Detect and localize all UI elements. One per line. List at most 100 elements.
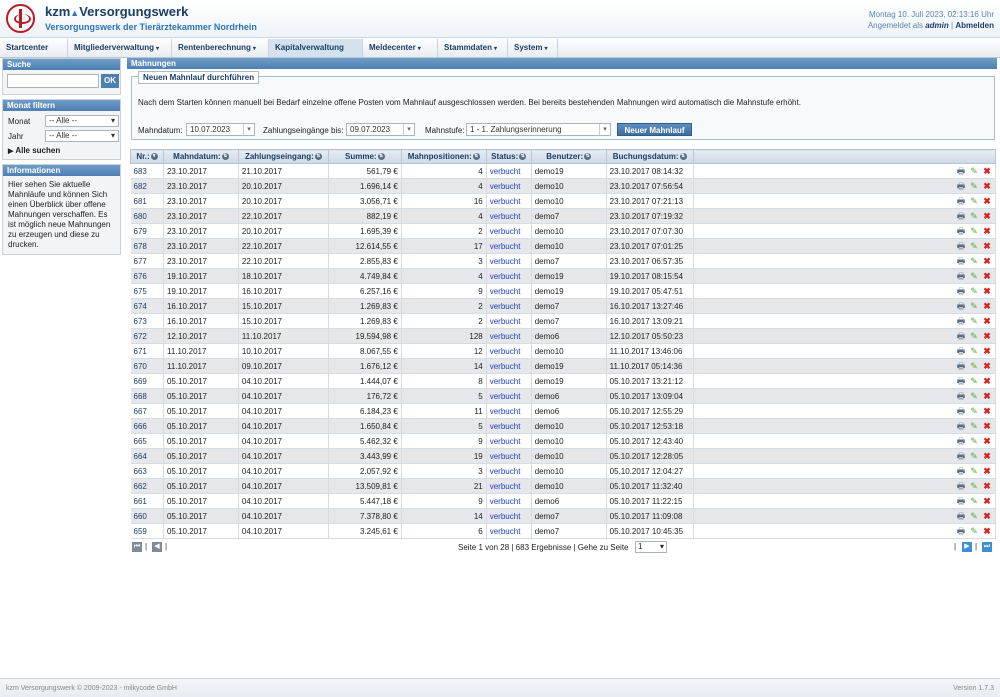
page-select[interactable]: 1 <box>635 541 667 553</box>
mahnstufe-select[interactable]: 1 - 1. Zahlungserinnerung ▾ <box>466 123 611 136</box>
pencil-icon[interactable]: ✎ <box>969 346 979 356</box>
all-search-link[interactable]: ▶ Alle suchen <box>3 144 120 159</box>
delete-icon[interactable]: ✖ <box>982 316 992 326</box>
nav-mitgliederverwaltung[interactable]: Mitgliederverwaltung ▾ <box>68 39 172 57</box>
delete-icon[interactable]: ✖ <box>982 226 992 236</box>
row-status-link[interactable]: verbucht <box>486 448 532 464</box>
row-status-link[interactable]: verbucht <box>486 328 532 344</box>
table-row[interactable]: 669 05.10.2017 04.10.2017 1.444,07 €8 verbuc… <box>130 373 997 389</box>
nav-system[interactable]: System ▾ <box>508 39 558 57</box>
delete-icon[interactable]: ✖ <box>982 211 992 221</box>
nav-meldecenter[interactable]: Meldecenter ▾ <box>363 39 438 57</box>
row-status-link[interactable]: verbucht <box>486 403 532 419</box>
table-row[interactable]: 680 23.10.2017 22.10.2017 882,19 €4 verbucht… <box>130 208 997 224</box>
table-row[interactable]: 659 05.10.2017 04.10.2017 3.245,61 €6 verbuc… <box>130 523 997 539</box>
printer-icon[interactable]: 🖶 <box>956 286 966 296</box>
pencil-icon[interactable]: ✎ <box>969 331 979 341</box>
delete-icon[interactable]: ✖ <box>982 346 992 356</box>
printer-icon[interactable]: 🖶 <box>956 391 966 401</box>
printer-icon[interactable]: 🖶 <box>956 526 966 536</box>
printer-icon[interactable]: 🖶 <box>956 511 966 521</box>
row-status-link[interactable]: verbucht <box>486 418 532 434</box>
delete-icon[interactable]: ✖ <box>982 241 992 251</box>
delete-icon[interactable]: ✖ <box>982 511 992 521</box>
col-summe[interactable]: Summe: ⇅ <box>327 149 402 164</box>
delete-icon[interactable]: ✖ <box>982 286 992 296</box>
pencil-icon[interactable]: ✎ <box>969 196 979 206</box>
nav-stammdaten[interactable]: Stammdaten ▾ <box>438 39 508 57</box>
delete-icon[interactable]: ✖ <box>982 451 992 461</box>
row-status-link[interactable]: verbucht <box>486 208 532 224</box>
pencil-icon[interactable]: ✎ <box>969 481 979 491</box>
col-nr[interactable]: Nr.: ▼ <box>130 149 164 164</box>
nav-kapitalverwaltung[interactable]: Kapitalverwaltung <box>269 39 363 57</box>
pencil-icon[interactable]: ✎ <box>969 421 979 431</box>
pencil-icon[interactable]: ✎ <box>969 391 979 401</box>
row-status-link[interactable]: verbucht <box>486 523 532 539</box>
table-row[interactable]: 682 23.10.2017 20.10.2017 1.696,14 €4 verbuc… <box>130 178 997 194</box>
pencil-icon[interactable]: ✎ <box>969 511 979 521</box>
row-status-link[interactable]: verbucht <box>486 358 532 374</box>
pencil-icon[interactable]: ✎ <box>969 451 979 461</box>
printer-icon[interactable]: 🖶 <box>956 256 966 266</box>
printer-icon[interactable]: 🖶 <box>956 301 966 311</box>
table-row[interactable]: 673 16.10.2017 15.10.2017 1.269,83 €2 verbuc… <box>130 313 997 329</box>
table-row[interactable]: 683 23.10.2017 21.10.2017 561,79 €4 verbucht… <box>130 163 997 179</box>
row-status-link[interactable]: verbucht <box>486 193 532 209</box>
delete-icon[interactable]: ✖ <box>982 196 992 206</box>
row-status-link[interactable]: verbucht <box>486 463 532 479</box>
delete-icon[interactable]: ✖ <box>982 496 992 506</box>
printer-icon[interactable]: 🖶 <box>956 181 966 191</box>
next-page-button[interactable]: ▶ <box>962 542 972 552</box>
delete-icon[interactable]: ✖ <box>982 421 992 431</box>
new-dunning-button[interactable]: Neuer Mahnlauf <box>617 123 692 136</box>
table-row[interactable]: 662 05.10.2017 04.10.2017 13.509,81 €21 verb… <box>130 478 997 494</box>
delete-icon[interactable]: ✖ <box>982 361 992 371</box>
printer-icon[interactable]: 🖶 <box>956 346 966 356</box>
printer-icon[interactable]: 🖶 <box>956 166 966 176</box>
delete-icon[interactable]: ✖ <box>982 391 992 401</box>
row-status-link[interactable]: verbucht <box>486 493 532 509</box>
table-row[interactable]: 671 11.10.2017 10.10.2017 8.067,55 €12 verbu… <box>130 343 997 359</box>
printer-icon[interactable]: 🖶 <box>956 196 966 206</box>
printer-icon[interactable]: 🖶 <box>956 481 966 491</box>
pencil-icon[interactable]: ✎ <box>969 406 979 416</box>
col-status[interactable]: Status: ⇅ <box>485 149 532 164</box>
printer-icon[interactable]: 🖶 <box>956 451 966 461</box>
nav-startcenter[interactable]: Startcenter <box>0 39 68 57</box>
col-benutzer[interactable]: Benutzer: ⇅ <box>530 149 607 164</box>
last-page-button[interactable]: ⏭ <box>982 542 992 552</box>
logout-link[interactable]: Abmelden <box>955 21 994 30</box>
pencil-icon[interactable]: ✎ <box>969 211 979 221</box>
table-row[interactable]: 681 23.10.2017 20.10.2017 3.056,71 €16 verbu… <box>130 193 997 209</box>
printer-icon[interactable]: 🖶 <box>956 496 966 506</box>
table-row[interactable]: 674 16.10.2017 15.10.2017 1.269,83 €2 verbuc… <box>130 298 997 314</box>
printer-icon[interactable]: 🖶 <box>956 271 966 281</box>
row-status-link[interactable]: verbucht <box>486 343 532 359</box>
pencil-icon[interactable]: ✎ <box>969 241 979 251</box>
printer-icon[interactable]: 🖶 <box>956 376 966 386</box>
prev-page-button[interactable]: ◀ <box>152 542 162 552</box>
pencil-icon[interactable]: ✎ <box>969 271 979 281</box>
row-status-link[interactable]: verbucht <box>486 433 532 449</box>
pencil-icon[interactable]: ✎ <box>969 376 979 386</box>
mahndatum-input[interactable]: 10.07.2023 ▾ <box>186 123 255 136</box>
delete-icon[interactable]: ✖ <box>982 526 992 536</box>
col-mahndatum[interactable]: Mahndatum: ⇅ <box>162 149 239 164</box>
delete-icon[interactable]: ✖ <box>982 166 992 176</box>
row-status-link[interactable]: verbucht <box>486 508 532 524</box>
table-row[interactable]: 672 12.10.2017 11.10.2017 19.594,98 €128 ver… <box>130 328 997 344</box>
pencil-icon[interactable]: ✎ <box>969 361 979 371</box>
month-select[interactable]: -- Alle -- <box>45 115 119 127</box>
printer-icon[interactable]: 🖶 <box>956 466 966 476</box>
printer-icon[interactable]: 🖶 <box>956 331 966 341</box>
pencil-icon[interactable]: ✎ <box>969 526 979 536</box>
table-row[interactable]: 675 19.10.2017 16.10.2017 6.257,16 €9 verbuc… <box>130 283 997 299</box>
first-page-button[interactable]: ⏮ <box>132 542 142 552</box>
pencil-icon[interactable]: ✎ <box>969 226 979 236</box>
row-status-link[interactable]: verbucht <box>486 223 532 239</box>
row-status-link[interactable]: verbucht <box>486 268 532 284</box>
row-status-link[interactable]: verbucht <box>486 388 532 404</box>
pencil-icon[interactable]: ✎ <box>969 466 979 476</box>
printer-icon[interactable]: 🖶 <box>956 211 966 221</box>
